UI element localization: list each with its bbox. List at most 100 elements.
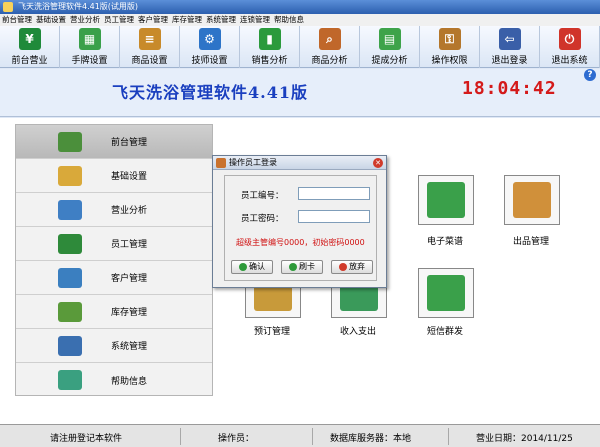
app-title: 飞天洗浴管理软件4.41版 — [112, 83, 308, 102]
toolbar-label: 操作权限 — [431, 56, 468, 66]
sidebar-item-label: 系统管理 — [111, 342, 148, 352]
key-icon — [216, 158, 226, 168]
menu-item-system[interactable]: 系统管理 — [204, 14, 238, 26]
settings-icon — [58, 165, 82, 186]
toolbar-goods-settings-button[interactable]: ≡ 商品设置 — [120, 26, 180, 68]
sms-icon — [427, 275, 465, 311]
swipe-card-button[interactable]: 刷卡 — [281, 260, 323, 274]
menu-item-inventory[interactable]: 库存管理 — [170, 14, 204, 26]
title-banner: 飞天洗浴管理软件4.41版 18:04:42 ? — [0, 69, 600, 117]
toolbar-label: 前台营业 — [11, 56, 48, 66]
window-titlebar: 飞天洗浴管理软件4.41版(试用版) — [0, 0, 600, 14]
tile-label: 预订管理 — [254, 327, 291, 337]
employee-number-input[interactable] — [298, 187, 370, 200]
tile-production[interactable] — [504, 175, 560, 225]
system-icon — [58, 335, 82, 356]
staff-icon — [58, 233, 82, 254]
app-icon — [3, 2, 13, 12]
reception-icon — [58, 131, 82, 152]
books-icon: ≡ — [138, 28, 161, 50]
help-books-icon — [58, 370, 82, 390]
menu-bar: 前台管理 基础设置 营业分析 员工管理 客户管理 库存管理 系统管理 连锁管理 … — [0, 14, 600, 26]
sidebar-item-label: 客户管理 — [111, 274, 148, 284]
cancel-button[interactable]: 放弃 — [331, 260, 373, 274]
sidebar-item-staff[interactable]: 员工管理 — [16, 227, 212, 261]
dialog-titlebar: 操作员工登录 ✕ — [213, 156, 386, 170]
register-status[interactable]: 请注册登记本软件 — [50, 431, 122, 444]
sidebar-item-label: 库存管理 — [111, 308, 148, 318]
status-divider — [312, 428, 313, 445]
clock: 18:04:42 — [462, 78, 557, 99]
toolbar-label: 退出系统 — [551, 56, 588, 66]
employee-number-label: 员工编号： — [241, 191, 284, 201]
login-hint: 超级主管编号0000，初始密码0000 — [236, 238, 365, 247]
magnifier-icon: ⌕ — [318, 28, 341, 50]
customer-icon — [58, 267, 82, 288]
analysis-icon — [58, 199, 82, 220]
login-dialog: 操作员工登录 ✕ 员工编号： 员工密码： 超级主管编号0000，初始密码0000… — [212, 155, 387, 288]
menu-item-chain[interactable]: 连锁管理 — [238, 14, 272, 26]
employee-password-input[interactable] — [298, 210, 370, 223]
sidebar-item-customer[interactable]: 客户管理 — [16, 261, 212, 295]
sidebar-item-help[interactable]: 帮助信息 — [16, 363, 212, 397]
help-icon[interactable]: ? — [584, 69, 596, 81]
sidebar-item-system[interactable]: 系统管理 — [16, 329, 212, 363]
spreadsheet-icon: ▤ — [378, 28, 401, 50]
grid-icon: ▦ — [78, 28, 101, 50]
sidebar-item-basic-settings[interactable]: 基础设置 — [16, 159, 212, 193]
sidebar-item-label: 帮助信息 — [111, 376, 148, 387]
sidebar-item-business-analysis[interactable]: 营业分析 — [16, 193, 212, 227]
sidebar-item-label: 营业分析 — [111, 206, 148, 216]
tile-label: 电子菜谱 — [427, 237, 464, 247]
sidebar-item-label: 员工管理 — [111, 240, 148, 250]
window-title: 飞天洗浴管理软件4.41版(试用版) — [18, 2, 139, 11]
toolbar-label: 商品设置 — [131, 56, 168, 66]
confirm-button[interactable]: 确认 — [231, 260, 273, 274]
status-divider — [180, 428, 181, 445]
chart-icon: ▮ — [258, 28, 281, 50]
toolbar-locker-settings-button[interactable]: ▦ 手牌设置 — [60, 26, 120, 68]
main-toolbar: ¥ 前台营业 ▦ 手牌设置 ≡ 商品设置 ⚙ 技师设置 ▮ 销售分析 ⌕ 商品分… — [0, 26, 600, 68]
warehouse-icon — [58, 301, 82, 322]
close-icon[interactable]: ✕ — [373, 158, 383, 168]
toolbar-technician-settings-button[interactable]: ⚙ 技师设置 — [180, 26, 240, 68]
sidebar-item-front-desk[interactable]: 前台管理 — [16, 125, 212, 159]
sidebar-item-inventory[interactable]: 库存管理 — [16, 295, 212, 329]
toolbar-label: 销售分析 — [251, 56, 288, 66]
menu-item-help[interactable]: 帮助信息 — [272, 14, 306, 26]
toolbar-permissions-button[interactable]: ⚿ 操作权限 — [420, 26, 480, 68]
toolbar-label: 技师设置 — [191, 56, 228, 66]
sidebar-item-label: 前台管理 — [111, 138, 148, 148]
database-server-status: 数据库服务器：本地 — [330, 434, 412, 444]
cancel-label: 放弃 — [349, 262, 365, 271]
check-icon — [239, 263, 247, 271]
logout-icon: ⇦ — [498, 28, 521, 50]
tile-label: 短信群发 — [427, 327, 464, 337]
dialog-title: 操作员工登录 — [229, 158, 277, 167]
sidebar-item-label: 基础设置 — [111, 172, 148, 182]
tile-label: 收入支出 — [340, 327, 377, 337]
sidebar: 前台管理 基础设置 营业分析 员工管理 客户管理 库存管理 系统管理 帮助信息 — [15, 124, 213, 396]
menu-item-staff[interactable]: 员工管理 — [102, 14, 136, 26]
toolbar-logout-button[interactable]: ⇦ 退出登录 — [480, 26, 540, 68]
menu-item-front-desk[interactable]: 前台管理 — [0, 14, 34, 26]
login-form: 员工编号： 员工密码： 超级主管编号0000，初始密码0000 确认 刷卡 放弃 — [224, 175, 377, 281]
tile-sms-broadcast[interactable] — [418, 268, 474, 318]
toolbar-label: 商品分析 — [311, 56, 348, 66]
toolbar-front-business-button[interactable]: ¥ 前台营业 — [0, 26, 60, 68]
menu-item-basic-settings[interactable]: 基础设置 — [34, 14, 68, 26]
menu-item-business-analysis[interactable]: 营业分析 — [68, 14, 102, 26]
menu-book-icon — [427, 182, 465, 218]
menu-item-customer[interactable]: 客户管理 — [136, 14, 170, 26]
status-divider — [448, 428, 449, 445]
toolbar-commission-analysis-button[interactable]: ▤ 提成分析 — [360, 26, 420, 68]
tile-label: 出品管理 — [513, 237, 550, 247]
toolbar-label: 提成分析 — [371, 56, 408, 66]
toolbar-goods-analysis-button[interactable]: ⌕ 商品分析 — [300, 26, 360, 68]
toolbar-sales-analysis-button[interactable]: ▮ 销售分析 — [240, 26, 300, 68]
refresh-icon — [289, 263, 297, 271]
tile-electronic-menu[interactable] — [418, 175, 474, 225]
power-icon: ⏻ — [558, 28, 581, 50]
toolbar-label: 手牌设置 — [71, 56, 108, 66]
toolbar-exit-system-button[interactable]: ⏻ 退出系统 — [540, 26, 600, 68]
